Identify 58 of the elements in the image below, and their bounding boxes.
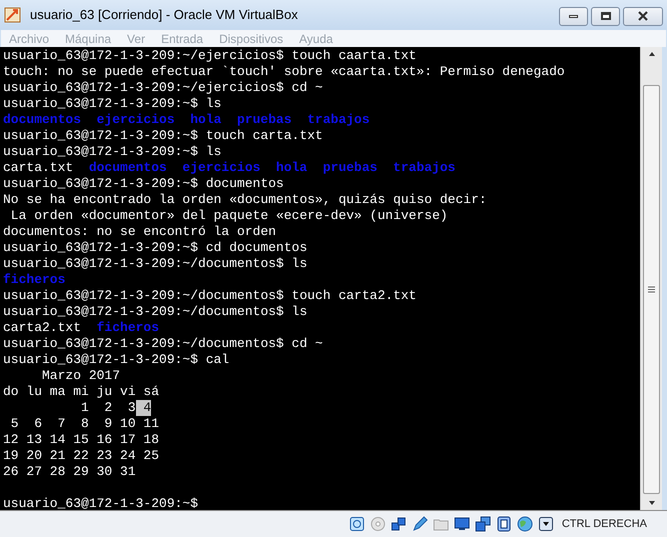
- terminal-text: carta2.txt: [3, 320, 82, 336]
- terminal-text: do lu ma mi ju vi sá: [3, 384, 160, 400]
- directory-name: ejercicios: [182, 160, 260, 176]
- directory-name: ejercicios: [96, 112, 175, 128]
- directory-name: pruebas: [322, 160, 378, 176]
- minimize-icon: [569, 14, 578, 18]
- directory-name: hola: [190, 112, 222, 128]
- terminal-text: usuario_63@172-1-3-209:~$ documentos: [3, 176, 284, 192]
- windows-icon[interactable]: [474, 516, 491, 532]
- scroll-thumb[interactable]: [643, 85, 660, 494]
- terminal-text: usuario_63@172-1-3-209:~$ ls: [3, 96, 222, 112]
- window-title: usuario_63 [Corriendo] - Oracle VM VirtualBox: [30, 6, 298, 24]
- terminal-text: carta.txt: [3, 160, 74, 176]
- directory-name: trabajos: [307, 112, 370, 128]
- terminal-text: usuario_63@172-1-3-209:~$: [3, 496, 198, 512]
- directory-name: ficheros: [3, 272, 66, 288]
- terminal-text: Marzo 2017: [41, 368, 120, 384]
- directory-name: trabajos: [393, 160, 456, 176]
- terminal-text: usuario_63@172-1-3-209:~/ejercicios$ touch caarta.txt: [3, 48, 416, 64]
- current-day: 4: [136, 400, 152, 416]
- directory-name: ficheros: [96, 320, 160, 336]
- grip-icon: [648, 286, 655, 293]
- host-key-label: CTRL DERECHA: [562, 516, 647, 532]
- terminal-text: usuario_63@172-1-3-209:~/documentos$ ls: [3, 256, 308, 272]
- maximize-button[interactable]: [591, 6, 620, 26]
- pen-icon[interactable]: [412, 516, 428, 532]
- terminal-text: usuario_63@172-1-3-209:~/documentos$ cd ~: [3, 336, 323, 352]
- terminal-text: 26 27 28 29 30 31: [3, 464, 136, 480]
- terminal-text: 19 20 21 22 23 24 25: [3, 448, 160, 464]
- terminal-text: La orden «documentor» del paquete «ecere-dev» (universe): [10, 208, 448, 224]
- network-icon[interactable]: [390, 516, 407, 532]
- terminal-text: usuario_63@172-1-3-209:~/documentos$ touch carta2.txt: [3, 288, 416, 304]
- terminal-text: documentos: no se encontró la orden: [3, 224, 276, 240]
- terminal-text: usuario_63@172-1-3-209:~$ ls: [3, 144, 222, 160]
- terminal-text: usuario_63@172-1-3-209:~$ touch carta.txt: [3, 128, 323, 144]
- chip-icon[interactable]: [496, 516, 512, 532]
- terminal-text: 12 13 14 15 16 17 18: [3, 432, 160, 448]
- terminal-text: usuario_63@172-1-3-209:~$ cal: [3, 352, 230, 368]
- terminal-text: touch: no se puede efectuar `touch' sobre «caarta.txt»: Permiso denegado: [3, 64, 565, 80]
- scrollbar[interactable]: [640, 47, 662, 510]
- directory-name: documentos: [88, 160, 167, 176]
- terminal-text: usuario_63@172-1-3-209:~/ejercicios$ cd ~: [3, 80, 323, 96]
- terminal-text: usuario_63@172-1-3-209:~/documentos$ ls: [3, 304, 308, 320]
- minimize-button[interactable]: [559, 6, 588, 26]
- download-icon[interactable]: [538, 516, 554, 532]
- directory-name: hola: [276, 160, 308, 176]
- directory-name: pruebas: [237, 112, 292, 128]
- terminal-text: 1 2 3: [80, 400, 136, 416]
- terminal-text: 5 6 7 8 9 10 11: [10, 416, 160, 432]
- maximize-icon: [600, 12, 610, 20]
- app-icon: [4, 6, 22, 24]
- terminal-text: usuario_63@172-1-3-209:~$ cd documentos: [3, 240, 308, 256]
- display-icon[interactable]: [454, 516, 470, 532]
- directory-name: documentos: [3, 112, 82, 128]
- globe-icon[interactable]: [516, 516, 533, 532]
- terminal-text: No se ha encontrado la orden «documentos», quizás quiso decir:: [3, 192, 487, 208]
- close-button[interactable]: [623, 6, 663, 26]
- close-icon: [637, 11, 649, 21]
